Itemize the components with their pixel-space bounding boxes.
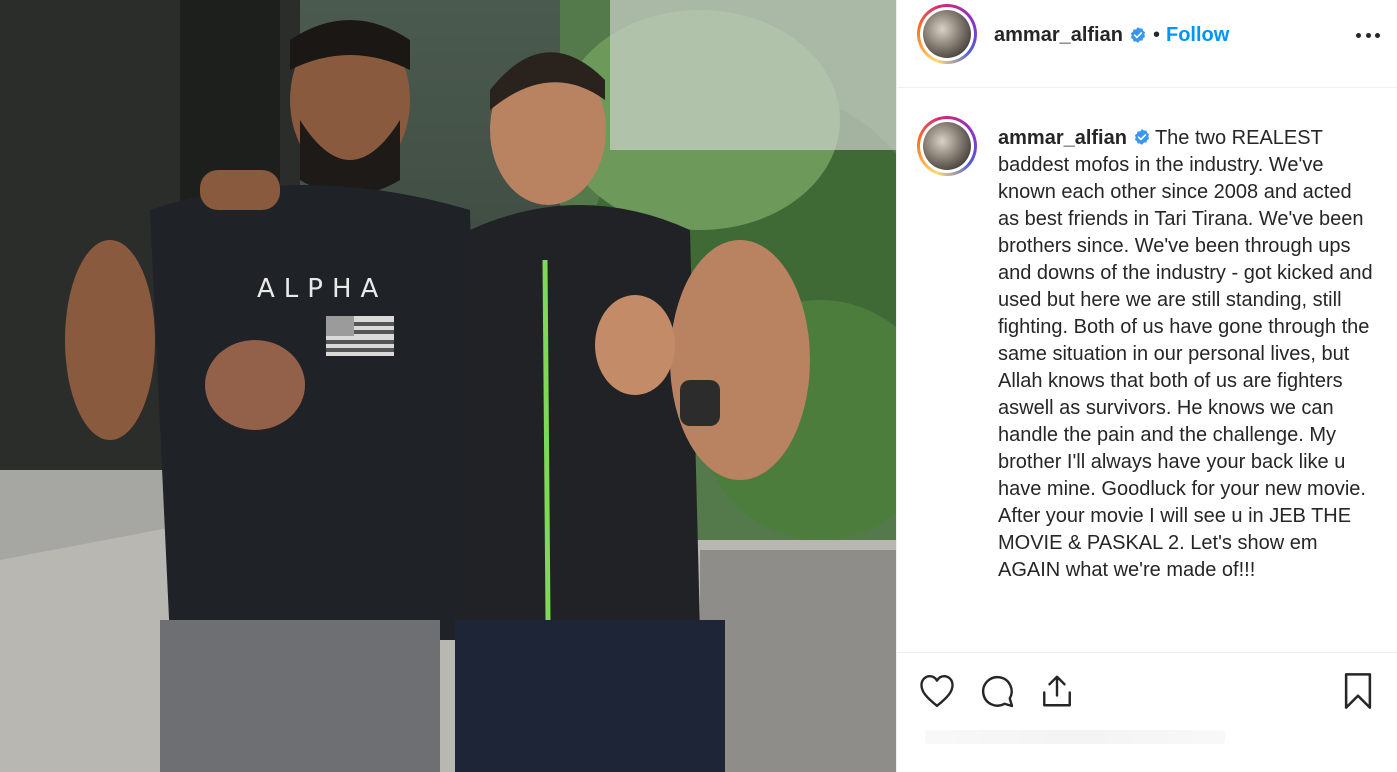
comment-icon[interactable] (977, 671, 1017, 711)
photo-illustration: ALPHA (0, 0, 896, 772)
verified-badge-icon (1130, 27, 1146, 43)
likes-loading-placeholder (925, 730, 1225, 744)
more-options-icon[interactable] (1353, 22, 1383, 48)
separator-dot: • (1152, 23, 1160, 46)
post-photo[interactable]: ALPHA (0, 0, 896, 772)
bookmark-icon[interactable] (1338, 671, 1378, 711)
avatar[interactable] (917, 4, 977, 64)
post-header: ammar_alfian • Follow (897, 0, 1397, 88)
post-caption: ammar_alfian The two REALEST baddest mofo… (998, 125, 1378, 584)
comments-section: ammar_alfian The two REALEST baddest mofo… (897, 89, 1397, 652)
shirt-print-text: ALPHA (257, 274, 387, 304)
caption-avatar[interactable] (917, 116, 977, 176)
heart-icon[interactable] (917, 671, 957, 711)
caption-username-link[interactable]: ammar_alfian (998, 127, 1127, 149)
verified-badge-icon (1134, 129, 1150, 145)
follow-button[interactable]: Follow (1166, 24, 1229, 47)
action-bar (897, 652, 1397, 722)
share-icon[interactable] (1037, 671, 1077, 711)
post-side-panel: ammar_alfian • Follow ammar_alfian The tw… (896, 0, 1397, 772)
caption-text: The two REALEST baddest mofos in the ind… (998, 127, 1373, 581)
username-link[interactable]: ammar_alfian (994, 24, 1123, 47)
shirt-flag (326, 316, 394, 356)
